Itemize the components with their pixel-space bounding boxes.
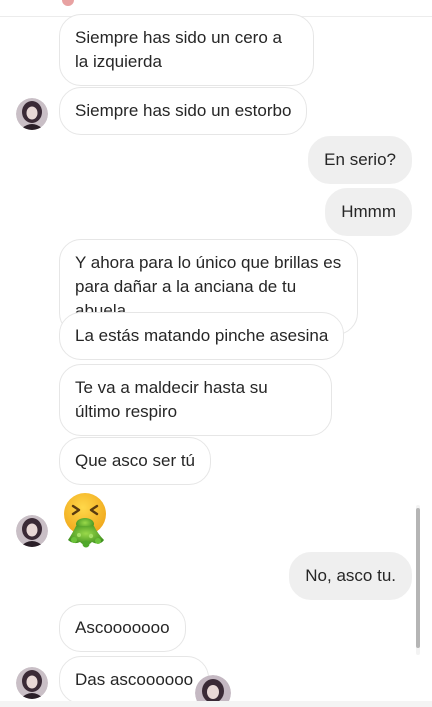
vomiting-face-icon — [64, 493, 106, 548]
scrollbar-thumb[interactable] — [416, 508, 420, 648]
message-bubble-incoming[interactable]: La estás matando pinche asesina — [59, 312, 345, 360]
message-bubble-incoming[interactable]: Siempre has sido un estorbo — [59, 87, 308, 135]
avatar-image — [16, 98, 48, 130]
message-bubble-incoming[interactable]: Te va a maldecir hasta su último respiro — [59, 364, 332, 436]
sender-avatar[interactable] — [16, 98, 48, 130]
message-bubble-incoming[interactable]: Das ascoooooo — [59, 656, 210, 704]
avatar-image — [16, 515, 48, 547]
bottom-edge — [0, 701, 432, 707]
message-bubble-incoming[interactable]: Que asco ser tú — [59, 437, 212, 485]
message-bubble-outgoing[interactable]: Hmmm — [325, 188, 412, 236]
sender-avatar[interactable] — [16, 515, 48, 547]
avatar-image — [16, 667, 48, 699]
message-bubble-outgoing[interactable]: No, asco tu. — [289, 552, 412, 600]
vomiting-face-emoji[interactable] — [60, 490, 116, 550]
sender-avatar[interactable] — [16, 667, 48, 699]
message-bubble-outgoing[interactable]: En serio? — [308, 136, 412, 184]
message-bubble-incoming[interactable]: Siempre has sido un cero a la izquierda — [59, 14, 314, 86]
notification-dot — [62, 0, 74, 6]
chat-screen: Siempre has sido un cero a la izquierda … — [0, 0, 432, 707]
message-bubble-incoming[interactable]: Ascooooooo — [59, 604, 186, 652]
